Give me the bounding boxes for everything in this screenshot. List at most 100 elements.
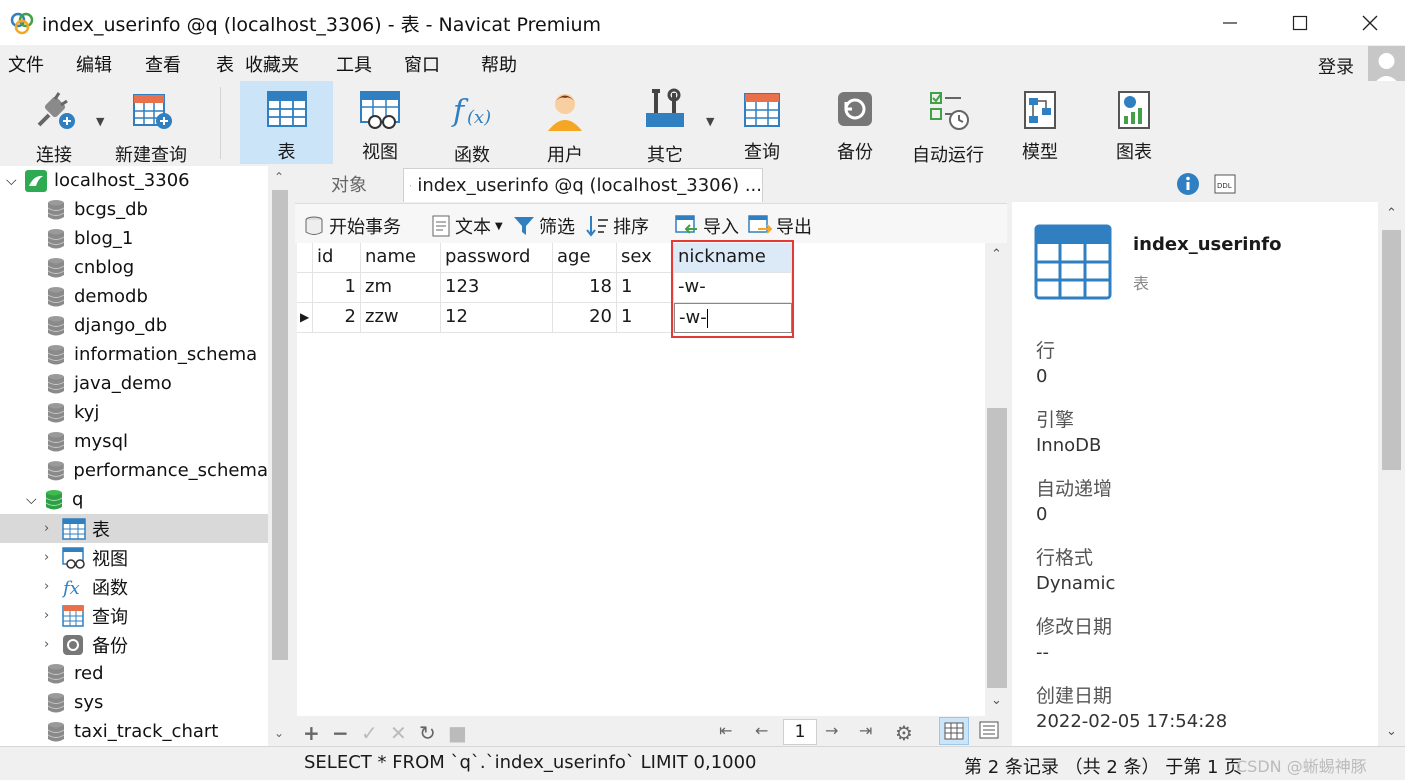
chevron-right-icon[interactable]: › <box>44 550 62 565</box>
cell-sex[interactable]: 1 <box>617 273 674 303</box>
current-row-icon[interactable]: ▶ <box>297 303 313 333</box>
tree-database-q[interactable]: ⌵ q <box>0 485 268 514</box>
chevron-down-icon[interactable]: ⌄ <box>274 726 284 740</box>
chevron-right-icon[interactable]: › <box>44 637 62 652</box>
maximize-button[interactable] <box>1265 0 1335 45</box>
page-number-input[interactable]: 1 <box>783 719 817 745</box>
cell-age[interactable]: 20 <box>553 303 617 333</box>
connect-dropdown-icon[interactable]: ▼ <box>96 115 104 128</box>
column-header[interactable]: password <box>441 243 553 273</box>
menu-tools[interactable]: 工具 <box>336 51 372 77</box>
cell-name[interactable]: zm <box>361 273 441 303</box>
stop-icon[interactable]: ■ <box>448 721 467 745</box>
form-view-button[interactable] <box>975 717 1005 745</box>
delete-record-icon[interactable]: − <box>332 721 349 745</box>
grid-scrollbar[interactable]: ⌃ ⌄ <box>985 243 1009 716</box>
chevron-up-icon[interactable]: ⌃ <box>991 247 1002 262</box>
table-button[interactable]: 表 <box>240 81 333 164</box>
new-query-button[interactable]: 新建查询 <box>110 81 192 166</box>
tree-database-taxi-track-chart[interactable]: taxi_track_chart <box>0 717 268 746</box>
tree-node-tables[interactable]: › 表 <box>0 514 268 543</box>
chevron-up-icon[interactable]: ⌃ <box>274 170 284 184</box>
chevron-down-icon[interactable]: ⌵ <box>6 173 24 189</box>
tree-node-backups[interactable]: › 备份 <box>0 630 268 659</box>
column-header[interactable]: age <box>553 243 617 273</box>
begin-transaction-button[interactable]: 开始事务 <box>303 213 401 239</box>
model-button[interactable]: 模型 <box>1000 81 1080 164</box>
chevron-right-icon[interactable]: › <box>44 521 62 536</box>
chevron-up-icon[interactable]: ⌃ <box>1386 206 1397 221</box>
tree-database-cnblog[interactable]: cnblog <box>0 253 268 282</box>
other-button[interactable]: 其它 <box>625 81 705 166</box>
tree-database-demodb[interactable]: demodb <box>0 282 268 311</box>
column-header[interactable]: name <box>361 243 441 273</box>
view-button[interactable]: 视图 <box>340 81 420 164</box>
discard-icon[interactable]: ✕ <box>390 721 407 745</box>
info-scrollbar[interactable]: ⌃ ⌄ <box>1378 202 1405 746</box>
column-header[interactable]: sex <box>617 243 674 273</box>
tab-objects[interactable]: 对象 <box>295 166 403 202</box>
tree-database-red[interactable]: red <box>0 659 268 688</box>
menu-table[interactable]: 表 <box>216 51 234 77</box>
minimize-button[interactable] <box>1195 0 1265 45</box>
menu-window[interactable]: 窗口 <box>404 51 440 77</box>
cell-password[interactable]: 123 <box>441 273 553 303</box>
tree-database-java-demo[interactable]: java_demo <box>0 369 268 398</box>
chevron-right-icon[interactable]: › <box>44 579 62 594</box>
chevron-right-icon[interactable]: › <box>44 608 62 623</box>
menu-view[interactable]: 查看 <box>145 51 181 77</box>
add-record-icon[interactable]: + <box>303 721 320 745</box>
last-page-icon[interactable]: ⇥ <box>859 721 872 740</box>
tree-database-kyj[interactable]: kyj <box>0 398 268 427</box>
cell-id[interactable]: 2 <box>313 303 361 333</box>
cell-id[interactable]: 1 <box>313 273 361 303</box>
chevron-down-icon[interactable]: ⌄ <box>991 693 1002 708</box>
menu-file[interactable]: 文件 <box>8 51 44 77</box>
tree-database-performance-schema[interactable]: performance_schema <box>0 456 268 485</box>
tree-node-queries[interactable]: › 查询 <box>0 601 268 630</box>
chevron-down-icon[interactable]: ⌄ <box>1386 724 1397 739</box>
data-grid[interactable]: id name password age sex nickname 1 zm 1… <box>297 243 985 716</box>
tree-scroll-thumb[interactable] <box>272 190 288 660</box>
filter-button[interactable]: 筛选 <box>513 213 575 239</box>
tree-database-django-db[interactable]: django_db <box>0 311 268 340</box>
backup-button[interactable]: 备份 <box>815 81 895 164</box>
menu-edit[interactable]: 编辑 <box>76 51 112 77</box>
import-button[interactable]: 导入 <box>675 213 739 239</box>
other-dropdown-icon[interactable]: ▼ <box>706 115 714 128</box>
cell-age[interactable]: 18 <box>553 273 617 303</box>
ddl-icon[interactable]: DDL <box>1214 174 1236 194</box>
sort-button[interactable]: 排序 <box>585 213 649 239</box>
first-page-icon[interactable]: ⇤ <box>719 721 732 740</box>
chart-button[interactable]: 图表 <box>1094 81 1174 164</box>
gear-icon[interactable]: ⚙ <box>895 721 913 745</box>
export-button[interactable]: 导出 <box>748 213 812 239</box>
tab-index-userinfo[interactable]: index_userinfo @q (localhost_3306) ... <box>403 168 763 202</box>
cell-sex[interactable]: 1 <box>617 303 674 333</box>
tree-connection[interactable]: ⌵ localhost_3306 <box>0 166 268 195</box>
cell-password[interactable]: 12 <box>441 303 553 333</box>
column-header[interactable]: id <box>313 243 361 273</box>
tree-database-information-schema[interactable]: information_schema <box>0 340 268 369</box>
login-link[interactable]: 登录 <box>1318 53 1354 79</box>
tree-database-mysql[interactable]: mysql <box>0 427 268 456</box>
connect-button[interactable]: 连接 <box>14 81 94 166</box>
tree-database-sys[interactable]: sys <box>0 688 268 717</box>
prev-page-icon[interactable]: ← <box>755 721 768 740</box>
grid-view-button[interactable] <box>939 717 969 745</box>
refresh-icon[interactable]: ↻ <box>419 721 436 745</box>
function-button[interactable]: f (x) 函数 <box>432 81 512 166</box>
avatar[interactable] <box>1368 46 1405 86</box>
info-scroll-thumb[interactable] <box>1382 230 1401 470</box>
info-icon[interactable] <box>1176 172 1200 196</box>
query-button[interactable]: 查询 <box>722 81 802 164</box>
tree-node-views[interactable]: › 视图 <box>0 543 268 572</box>
cell-name[interactable]: zzw <box>361 303 441 333</box>
auto-run-button[interactable]: 自动运行 <box>905 81 991 166</box>
tree-database-blog-1[interactable]: blog_1 <box>0 224 268 253</box>
tree-node-functions[interactable]: › fx 函数 <box>0 572 268 601</box>
tree-database-bcgs-db[interactable]: bcgs_db <box>0 195 268 224</box>
menu-favorites[interactable]: 收藏夹 <box>245 51 299 77</box>
close-button[interactable] <box>1335 0 1405 45</box>
next-page-icon[interactable]: → <box>825 721 838 740</box>
